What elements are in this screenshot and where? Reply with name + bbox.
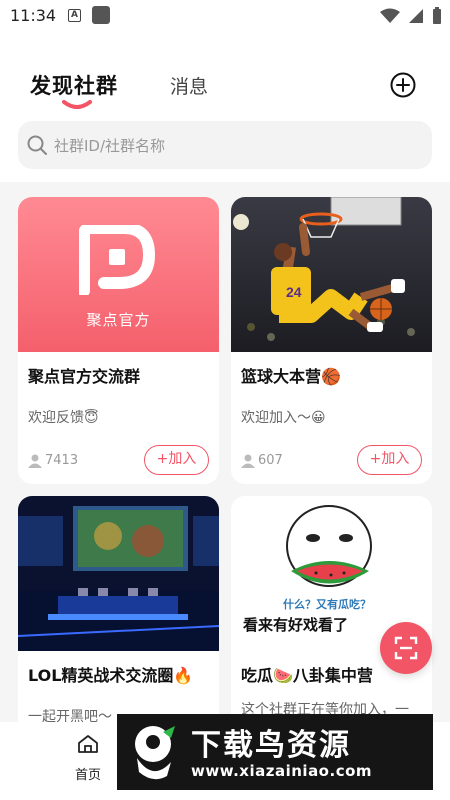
- notification-icon-square: [92, 6, 110, 24]
- tab-discover-groups[interactable]: 发现社群: [30, 70, 118, 100]
- tab-messages[interactable]: 消息: [170, 72, 208, 99]
- group-title: 篮球大本营🏀: [241, 367, 341, 386]
- meme-caption-bottom: 看来有好戏看了: [243, 616, 349, 634]
- basketball-dunk-image: 24: [231, 197, 432, 352]
- member-count: 7413: [28, 453, 78, 468]
- status-time: 11:34: [10, 6, 57, 25]
- watermark-banner: 下载鸟资源 www.xiazainiao.com: [117, 714, 433, 790]
- group-card-official[interactable]: 聚点官方 聚点官方交流群 欢迎反馈😇 7413 +加入: [18, 197, 219, 484]
- group-cover-lol: [18, 496, 219, 651]
- member-icon: [28, 454, 42, 468]
- meme-caption-top: 什么？又有瓜吃？: [283, 598, 371, 611]
- home-icon: [78, 735, 98, 753]
- member-count-value: 7413: [45, 453, 79, 468]
- search-icon: [27, 135, 47, 155]
- watermark-title: 下载鸟资源: [191, 728, 351, 763]
- battery-icon: [433, 7, 441, 24]
- wifi-icon: [380, 8, 400, 23]
- signal-icon: [409, 9, 423, 23]
- watermark-url: www.xiazainiao.com: [191, 762, 373, 780]
- group-card-basketball[interactable]: 24 篮球大本营🏀 欢迎加入～😀 607 +加入: [231, 197, 432, 484]
- group-description: 欢迎反馈😇: [28, 410, 99, 426]
- esports-arena-image: [18, 496, 219, 651]
- group-cover-basketball: 24: [231, 197, 432, 352]
- group-title: 吃瓜🍉八卦集中营: [241, 666, 373, 685]
- group-title: LOL精英战术交流圈🔥: [28, 666, 194, 685]
- member-icon: [241, 454, 255, 468]
- scan-icon: [394, 636, 418, 660]
- group-cover-official: 聚点官方: [18, 197, 219, 352]
- top-header: 发现社群 消息: [0, 60, 450, 115]
- member-count: 607: [241, 453, 283, 468]
- group-card-lol[interactable]: LOL精英战术交流圈🔥 一起开黑吧～: [18, 496, 219, 722]
- group-description: 一起开黑吧～: [28, 709, 112, 722]
- official-cover-label: 聚点官方: [86, 311, 151, 329]
- scan-button[interactable]: [380, 622, 432, 674]
- join-button[interactable]: +加入: [144, 445, 209, 475]
- search-placeholder: 社群ID/社群名称: [54, 137, 166, 155]
- status-bar: 11:34 A: [0, 0, 450, 32]
- group-title: 聚点官方交流群: [28, 367, 141, 386]
- notification-icon-a: A: [68, 9, 81, 22]
- nav-home-label: 首页: [74, 768, 101, 783]
- nav-home[interactable]: 首页: [60, 734, 116, 783]
- member-count-value: 607: [258, 453, 283, 468]
- join-button[interactable]: +加入: [357, 445, 422, 475]
- group-description: 欢迎加入～😀: [241, 410, 326, 426]
- search-input[interactable]: 社群ID/社群名称: [18, 121, 432, 169]
- bird-logo-icon: [135, 726, 175, 780]
- active-tab-indicator: [62, 100, 92, 109]
- add-group-button[interactable]: [390, 72, 416, 98]
- group-card-gossip[interactable]: 什么？又有瓜吃？ 看来有好戏看了 吃瓜🍉八卦集中营 这个社群正在等你加入，一: [231, 496, 432, 722]
- svg-text:24: 24: [286, 284, 302, 300]
- app-logo-icon: [79, 225, 156, 295]
